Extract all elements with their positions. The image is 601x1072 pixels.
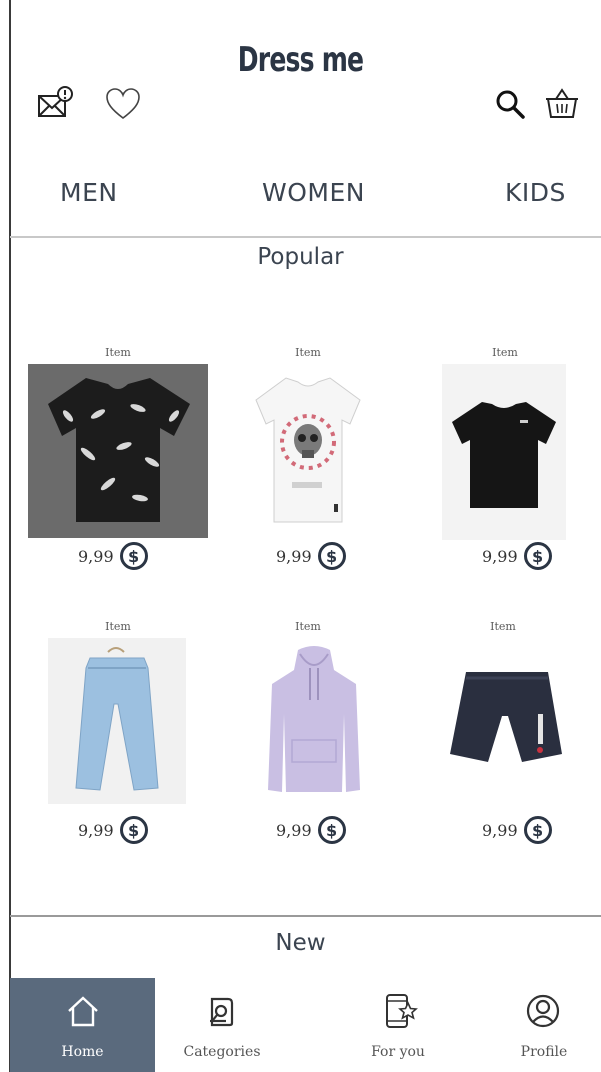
dollar-coin-icon: $ — [119, 816, 148, 844]
dollar-coin-icon: $ — [523, 816, 552, 844]
tab-profile-label: Profile — [520, 1044, 568, 1060]
category-kids[interactable]: KIDS — [505, 178, 566, 207]
price-value: 9,99 — [276, 546, 312, 566]
tab-categories[interactable]: Categories — [170, 978, 274, 1072]
price-value: 9,99 — [276, 820, 312, 840]
price-value: 9,99 — [482, 546, 518, 566]
product-image-black-feather-tshirt[interactable] — [28, 364, 208, 538]
price-row: 9,99 $ — [482, 816, 552, 844]
product-image-navy-shorts[interactable] — [444, 658, 568, 778]
item-label: Item — [105, 346, 131, 359]
new-section-divider — [10, 915, 601, 917]
dollar-coin-icon: $ — [119, 542, 148, 570]
basket-icon[interactable] — [541, 84, 583, 124]
price-row: 9,99 $ — [78, 816, 148, 844]
tab-home[interactable]: Home — [10, 978, 155, 1072]
dollar-coin-icon: $ — [317, 542, 346, 570]
phone-star-icon — [382, 992, 420, 1030]
price-row: 9,99 $ — [78, 542, 148, 570]
product-image-white-skull-tshirt[interactable] — [248, 370, 368, 530]
new-section-title: New — [275, 930, 326, 956]
categories-search-icon — [204, 994, 240, 1030]
price-value: 9,99 — [482, 820, 518, 840]
tab-categories-label: Categories — [183, 1044, 261, 1060]
product-image-lavender-hoodie[interactable] — [264, 644, 364, 800]
product-card[interactable]: Item 9,99 $ — [28, 346, 208, 576]
price-row: 9,99 $ — [276, 542, 346, 570]
product-card[interactable]: Item 9,99 $ — [440, 346, 570, 576]
mail-alert-icon[interactable] — [34, 82, 78, 126]
app-title: Dress me — [237, 40, 364, 80]
price-row: 9,99 $ — [276, 816, 346, 844]
search-icon[interactable] — [492, 86, 528, 122]
item-label: Item — [490, 620, 516, 633]
item-label: Item — [492, 346, 518, 359]
item-label: Item — [105, 620, 131, 633]
product-card[interactable]: Item 9,99 $ — [250, 620, 370, 852]
dollar-coin-icon: $ — [523, 542, 552, 570]
product-image-black-tshirt[interactable] — [442, 364, 566, 540]
profile-icon — [524, 992, 562, 1030]
product-image-light-blue-jeans[interactable] — [48, 638, 186, 804]
tab-for-you[interactable]: For you — [350, 978, 446, 1072]
heart-icon[interactable] — [103, 84, 143, 124]
product-card[interactable]: Item 9,99 $ — [48, 620, 188, 852]
popular-section-title: Popular — [257, 244, 344, 270]
tab-profile[interactable]: Profile — [496, 978, 592, 1072]
product-card[interactable]: Item 9,99 $ — [440, 620, 580, 852]
category-men[interactable]: MEN — [60, 178, 118, 207]
category-divider — [10, 236, 601, 238]
dollar-coin-icon: $ — [317, 816, 346, 844]
bottom-nav: Home Categories For you Profile — [10, 978, 601, 1072]
price-value: 9,99 — [78, 820, 114, 840]
item-label: Item — [295, 346, 321, 359]
product-card[interactable]: Item 9,99 $ — [226, 346, 406, 576]
category-women[interactable]: WOMEN — [262, 178, 365, 207]
left-edge-line — [9, 0, 11, 1072]
item-label: Item — [295, 620, 321, 633]
price-row: 9,99 $ — [482, 542, 552, 570]
home-icon — [64, 992, 102, 1030]
price-value: 9,99 — [78, 546, 114, 566]
tab-home-label: Home — [61, 1044, 104, 1060]
tab-for-you-label: For you — [371, 1044, 425, 1060]
